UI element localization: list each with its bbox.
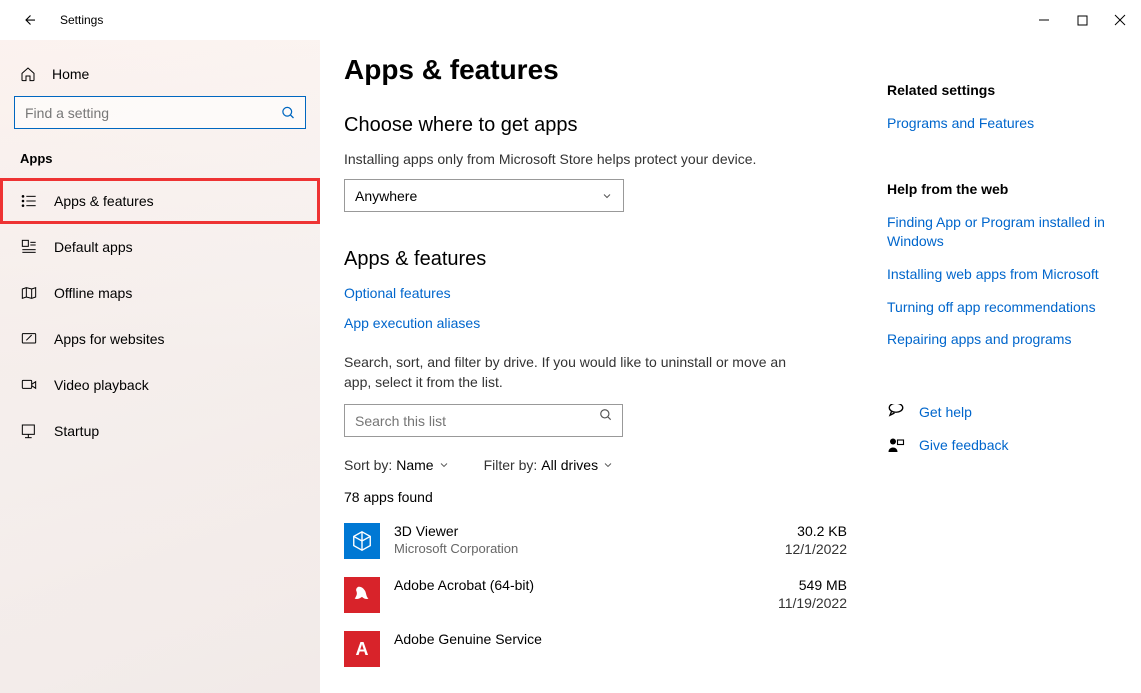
maximize-button[interactable] — [1075, 13, 1089, 27]
list-icon — [20, 192, 38, 210]
nav-startup[interactable]: Startup — [0, 408, 320, 454]
video-icon — [20, 376, 38, 394]
search-icon — [281, 105, 296, 120]
titlebar: Settings — [0, 0, 1141, 40]
help-heading: Help from the web — [887, 181, 1117, 197]
get-help-link[interactable]: Get help — [887, 403, 1117, 422]
nav-label: Video playback — [54, 377, 149, 393]
related-heading: Related settings — [887, 82, 1117, 98]
chevron-down-icon — [601, 190, 613, 202]
nav-apps-features[interactable]: Apps & features — [0, 178, 320, 224]
map-icon — [20, 284, 38, 302]
nav-label: Apps for websites — [54, 331, 165, 347]
app-date: 12/1/2022 — [785, 541, 847, 557]
app-size: 30.2 KB — [785, 523, 847, 539]
chat-icon — [887, 404, 905, 422]
app-count: 78 apps found — [344, 489, 847, 505]
programs-features-link[interactable]: Programs and Features — [887, 114, 1117, 133]
home-icon — [20, 66, 36, 82]
app-list-search-input[interactable] — [344, 404, 623, 437]
page-title: Apps & features — [344, 54, 847, 86]
app-publisher: Microsoft Corporation — [394, 541, 785, 556]
app-name: 3D Viewer — [394, 523, 785, 539]
app-size: 549 MB — [778, 577, 847, 593]
optional-features-link[interactable]: Optional features — [344, 285, 847, 301]
nav-offline-maps[interactable]: Offline maps — [0, 270, 320, 316]
home-label: Home — [52, 66, 89, 82]
help-link[interactable]: Finding App or Program installed in Wind… — [887, 213, 1117, 251]
nav-label: Startup — [54, 423, 99, 439]
app-icon — [344, 523, 380, 559]
app-icon — [344, 577, 380, 613]
home-nav[interactable]: Home — [0, 52, 320, 96]
give-feedback-link[interactable]: Give feedback — [887, 436, 1117, 455]
back-button[interactable] — [20, 11, 38, 29]
choose-heading: Choose where to get apps — [344, 114, 847, 137]
app-source-select[interactable]: Anywhere — [344, 179, 624, 212]
nav-label: Offline maps — [54, 285, 132, 301]
main-content: Apps & features Choose where to get apps… — [344, 54, 847, 693]
help-link[interactable]: Turning off app recommendations — [887, 298, 1117, 317]
sidebar-section-label: Apps — [0, 129, 320, 178]
app-aliases-link[interactable]: App execution aliases — [344, 315, 847, 331]
nav-default-apps[interactable]: Default apps — [0, 224, 320, 270]
help-link[interactable]: Repairing apps and programs — [887, 330, 1117, 349]
app-row[interactable]: 3D Viewer Microsoft Corporation 30.2 KB … — [344, 519, 847, 573]
window-title: Settings — [60, 13, 103, 27]
chevron-down-icon — [438, 459, 450, 471]
close-button[interactable] — [1113, 13, 1127, 27]
sort-by-dropdown[interactable]: Sort by: Name — [344, 457, 450, 473]
side-panel: Related settings Programs and Features H… — [887, 54, 1117, 693]
nav-video-playback[interactable]: Video playback — [0, 362, 320, 408]
list-desc: Search, sort, and filter by drive. If yo… — [344, 353, 789, 392]
startup-icon — [20, 422, 38, 440]
nav-label: Default apps — [54, 239, 133, 255]
search-icon — [599, 408, 613, 422]
nav-apps-websites[interactable]: Apps for websites — [0, 316, 320, 362]
app-date: 11/19/2022 — [778, 595, 847, 611]
settings-search-input[interactable] — [14, 96, 306, 129]
choose-desc: Installing apps only from Microsoft Stor… — [344, 151, 847, 167]
minimize-button[interactable] — [1037, 13, 1051, 27]
sidebar: Home Apps Apps & features Default apps — [0, 40, 320, 693]
apps-heading: Apps & features — [344, 248, 847, 271]
app-row[interactable]: Adobe Acrobat (64-bit) 549 MB 11/19/2022 — [344, 573, 847, 627]
filter-by-dropdown[interactable]: Filter by: All drives — [484, 457, 614, 473]
app-icon: A — [344, 631, 380, 667]
person-icon — [887, 437, 905, 455]
nav-label: Apps & features — [54, 193, 154, 209]
app-name: Adobe Genuine Service — [394, 631, 847, 647]
chevron-down-icon — [602, 459, 614, 471]
app-row[interactable]: A Adobe Genuine Service — [344, 627, 847, 681]
default-icon — [20, 238, 38, 256]
select-value: Anywhere — [355, 188, 417, 204]
app-name: Adobe Acrobat (64-bit) — [394, 577, 778, 593]
link-icon — [20, 330, 38, 348]
help-link[interactable]: Installing web apps from Microsoft — [887, 265, 1117, 284]
